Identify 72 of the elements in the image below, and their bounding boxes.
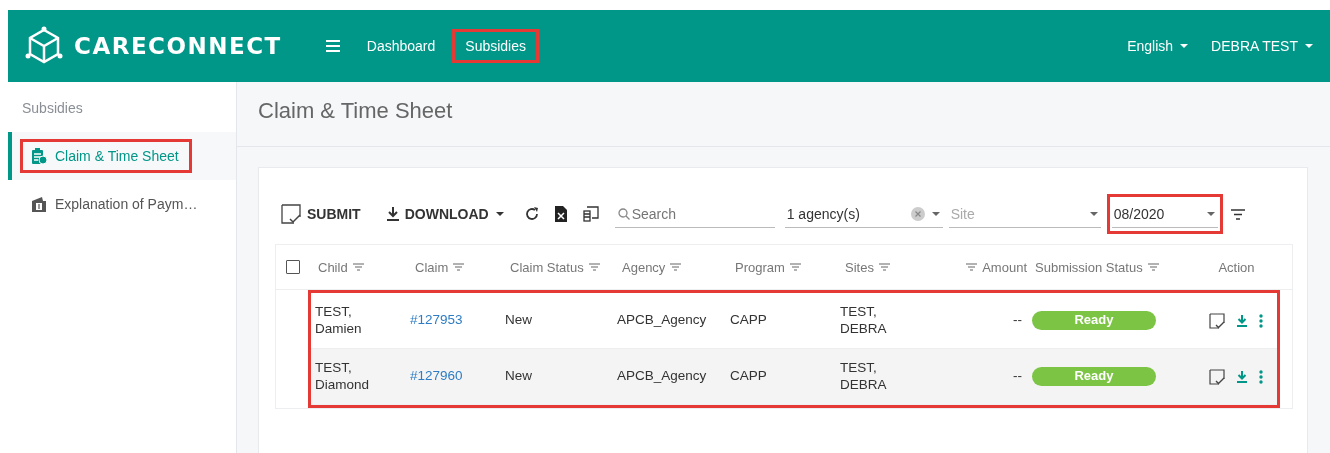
logo-icon [24,26,64,66]
user-menu[interactable]: DEBRA TEST [1211,38,1314,54]
filter-icon [587,262,601,272]
search-icon [617,208,630,220]
filter-icon[interactable] [1230,208,1245,220]
column-header[interactable]: Claim [415,259,449,275]
column-header[interactable]: Agency [622,259,666,275]
table-cell-text: TEST, Damien [314,303,363,338]
column-header[interactable]: Program [735,259,785,275]
filter-icon [877,262,891,272]
language-menu[interactable]: English [1127,38,1190,54]
caret-icon [1088,210,1099,217]
table-cell-text: TEST, DEBRA [839,303,888,338]
column-header[interactable]: Action [1218,259,1255,275]
more-icon[interactable] [1259,369,1263,384]
refresh-icon[interactable] [524,207,539,221]
table-cell-text: New [504,312,533,329]
status-badge: Ready [1032,367,1156,386]
column-header[interactable]: Child [318,259,348,275]
column-header[interactable]: Sites [845,259,874,275]
check-square-icon [281,204,301,224]
excel-file-icon[interactable] [554,206,567,222]
caret-icon [1304,43,1314,49]
clipboard-icon [31,148,47,164]
search-field[interactable]: Search [614,200,775,228]
column-header[interactable]: Submission Status [1035,259,1143,275]
table-cell-text: APCB_Agency [616,312,708,329]
caret-icon [494,211,505,217]
claim-link[interactable]: #127953 [410,312,463,328]
column-header[interactable]: Amount [982,259,1027,275]
nav-link[interactable]: Dashboard [353,29,449,63]
sidebar-item[interactable]: Explanation of Paym… [8,180,236,228]
caret-icon [1179,43,1190,49]
submit-icon[interactable] [1209,368,1225,385]
download-icon[interactable] [1237,314,1247,327]
sidebar-heading: Subsidies [21,99,84,118]
download-icon [386,207,399,221]
claim-link[interactable]: #127960 [410,368,463,384]
agency-select[interactable]: 1 agency(s) [784,200,943,228]
money-icon [31,196,47,212]
menu-icon[interactable] [325,40,340,52]
site-select[interactable]: Site [948,200,1101,228]
filter-icon [669,262,683,272]
download-button[interactable]: DOWNLOAD [380,202,511,226]
download-icon[interactable] [1237,370,1247,383]
submit-button[interactable]: SUBMIT [275,200,367,228]
select-all-checkbox[interactable] [286,260,300,274]
status-badge: Ready [1032,311,1156,330]
table-cell-text: -- [1012,368,1023,385]
caret-icon [1205,210,1216,217]
caret-icon [930,210,941,217]
filter-icon [452,262,466,272]
table-cell-text: CAPP [729,368,768,385]
filter-icon [351,262,365,272]
more-icon[interactable] [1259,313,1263,328]
page-title: Claim & Time Sheet [237,82,1330,147]
submit-icon[interactable] [1209,312,1225,329]
table-cell-text: APCB_Agency [616,368,708,385]
filter-icon [965,262,979,272]
table-cell-text: TEST, Diamond [314,359,371,394]
sidebar-item[interactable]: Claim & Time Sheet [8,132,236,180]
brand-name: CARECONNECT [74,33,282,59]
filter-icon [788,262,802,272]
table-cell-text: CAPP [729,312,768,329]
clear-icon[interactable] [910,206,925,221]
table-cell-text: New [504,368,533,385]
table-cell-text: -- [1012,312,1023,329]
column-header[interactable]: Claim Status [510,259,584,275]
table-cell-text: TEST, DEBRA [839,359,888,394]
filter-icon [1146,262,1160,272]
columns-icon[interactable] [582,206,599,222]
nav-link[interactable]: Subsidies [452,29,539,63]
